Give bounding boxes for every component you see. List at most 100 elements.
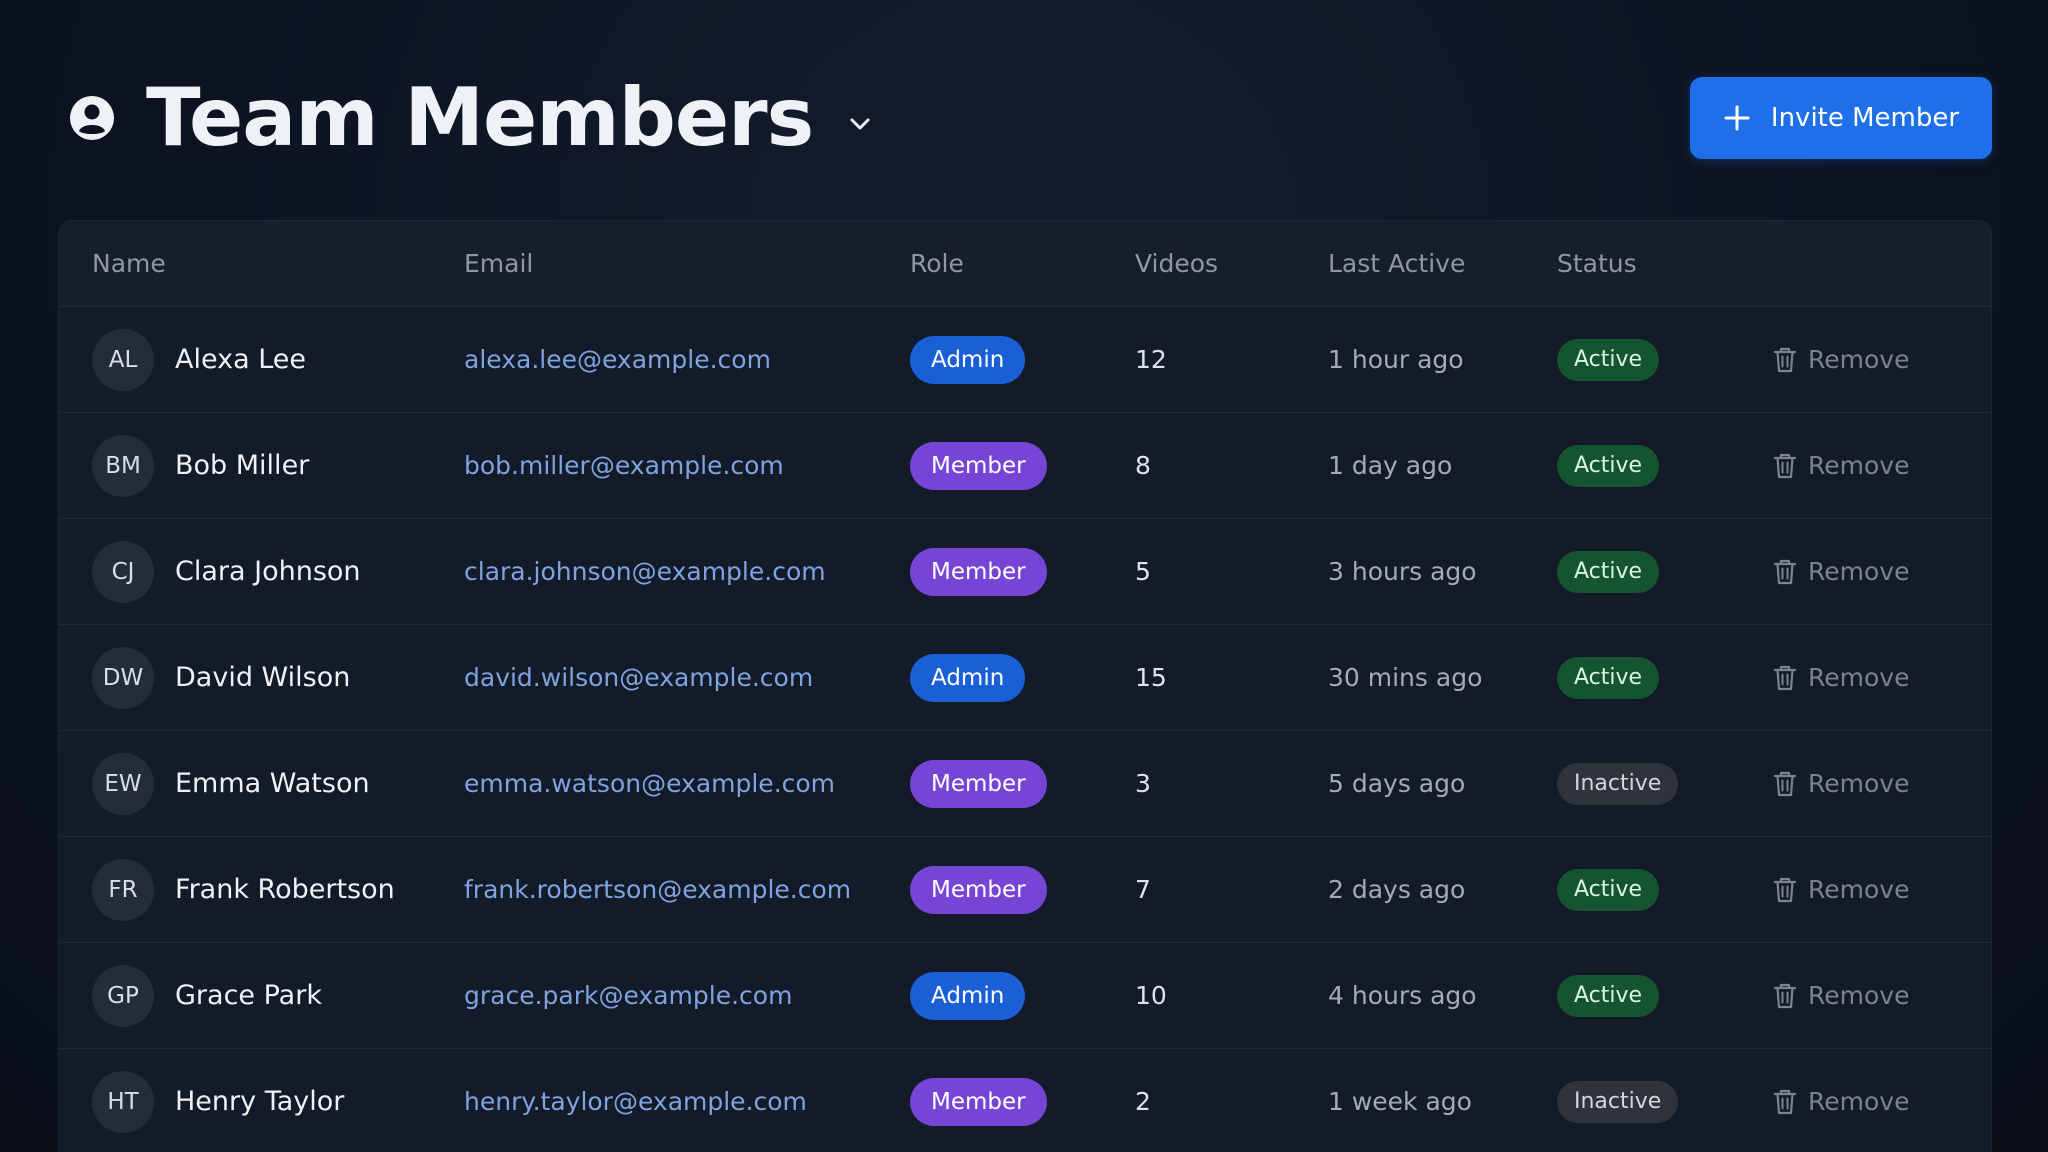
remove-button[interactable]: Remove <box>1772 663 1909 692</box>
remove-button[interactable]: Remove <box>1772 1087 1909 1116</box>
avatar-initials: CJ <box>111 558 135 585</box>
status-badge: Active <box>1557 338 1660 381</box>
status-badge: Active <box>1557 974 1660 1017</box>
trash-icon <box>1772 876 1798 904</box>
remove-label: Remove <box>1808 451 1910 480</box>
remove-button[interactable]: Remove <box>1772 875 1909 904</box>
last-active: 5 days ago <box>1328 769 1466 798</box>
avatar-initials: BM <box>105 452 141 479</box>
member-name: Alexa Lee <box>175 344 307 375</box>
remove-button[interactable]: Remove <box>1772 451 1909 480</box>
trash-icon <box>1772 770 1798 798</box>
email-cell: bob.miller@example.com <box>464 451 910 480</box>
invite-member-button[interactable]: Invite Member <box>1690 77 1992 159</box>
member-name: Frank Robertson <box>175 874 395 905</box>
column-header-email[interactable]: Email <box>464 249 910 278</box>
role-badge[interactable]: Admin <box>910 971 1026 1020</box>
page-header: Team Members Invite Member <box>60 76 1992 160</box>
chevron-down-icon[interactable] <box>845 109 875 139</box>
status-badge: Inactive <box>1557 762 1679 805</box>
trash-icon <box>1772 664 1798 692</box>
member-email-link[interactable]: bob.miller@example.com <box>464 451 784 480</box>
status-cell: Active <box>1557 338 1772 381</box>
member-email-link[interactable]: henry.taylor@example.com <box>464 1087 807 1116</box>
avatar-initials: FR <box>108 876 138 903</box>
avatar: BM <box>92 434 154 497</box>
remove-label: Remove <box>1808 769 1910 798</box>
table-row: AL Alexa Lee alexa.lee@example.com Admin… <box>59 307 1991 413</box>
member-name: Henry Taylor <box>175 1086 345 1117</box>
last-active-cell: 30 mins ago <box>1328 663 1557 692</box>
page-title: Team Members <box>146 71 814 164</box>
member-email-link[interactable]: clara.johnson@example.com <box>464 557 826 586</box>
column-header-last-active[interactable]: Last Active <box>1328 249 1557 278</box>
last-active: 1 hour ago <box>1328 345 1464 374</box>
email-cell: grace.park@example.com <box>464 981 910 1010</box>
status-badge: Inactive <box>1557 1080 1679 1123</box>
column-header-videos[interactable]: Videos <box>1135 249 1328 278</box>
role-cell: Member <box>910 1077 1135 1126</box>
member-name: Clara Johnson <box>175 556 361 587</box>
column-header-status[interactable]: Status <box>1557 249 1772 278</box>
status-badge: Active <box>1557 550 1660 593</box>
table-header: Name Email Role Videos Last Active Statu… <box>59 221 1991 307</box>
plus-icon <box>1723 104 1751 132</box>
status-cell: Active <box>1557 974 1772 1017</box>
name-cell: BM Bob Miller <box>59 434 464 497</box>
last-active: 3 hours ago <box>1328 557 1477 586</box>
member-name: Emma Watson <box>175 768 370 799</box>
role-badge[interactable]: Member <box>910 441 1047 490</box>
status-cell: Active <box>1557 656 1772 699</box>
member-name: Grace Park <box>175 980 322 1011</box>
name-cell: GP Grace Park <box>59 964 464 1027</box>
member-email-link[interactable]: alexa.lee@example.com <box>464 345 771 374</box>
status-badge: Active <box>1557 656 1660 699</box>
name-cell: AL Alexa Lee <box>59 328 464 391</box>
role-badge[interactable]: Member <box>910 547 1047 596</box>
trash-icon <box>1772 346 1798 374</box>
avatar-initials: GP <box>107 982 139 1009</box>
member-email-link[interactable]: emma.watson@example.com <box>464 769 835 798</box>
email-cell: frank.robertson@example.com <box>464 875 910 904</box>
column-header-role[interactable]: Role <box>910 249 1135 278</box>
column-header-name[interactable]: Name <box>59 249 464 278</box>
avatar: GP <box>92 964 154 1027</box>
role-badge[interactable]: Admin <box>910 335 1026 384</box>
name-cell: EW Emma Watson <box>59 752 464 815</box>
status-cell: Inactive <box>1557 762 1772 805</box>
name-cell: HT Henry Taylor <box>59 1070 464 1133</box>
table-row: DW David Wilson david.wilson@example.com… <box>59 625 1991 731</box>
member-email-link[interactable]: david.wilson@example.com <box>464 663 813 692</box>
video-count: 7 <box>1135 875 1151 904</box>
remove-button[interactable]: Remove <box>1772 769 1909 798</box>
email-cell: david.wilson@example.com <box>464 663 910 692</box>
videos-cell: 5 <box>1135 557 1328 586</box>
role-badge[interactable]: Admin <box>910 653 1026 702</box>
role-badge[interactable]: Member <box>910 759 1047 808</box>
trash-icon <box>1772 982 1798 1010</box>
avatar-initials: EW <box>104 770 142 797</box>
action-cell: Remove <box>1772 557 1991 586</box>
videos-cell: 7 <box>1135 875 1328 904</box>
team-members-page: Team Members Invite Member Name Email Ro… <box>0 0 2048 1152</box>
role-cell: Admin <box>910 653 1135 702</box>
status-cell: Active <box>1557 868 1772 911</box>
role-badge[interactable]: Member <box>910 1077 1047 1126</box>
remove-button[interactable]: Remove <box>1772 557 1909 586</box>
role-badge[interactable]: Member <box>910 865 1047 914</box>
video-count: 12 <box>1135 345 1167 374</box>
last-active-cell: 4 hours ago <box>1328 981 1557 1010</box>
action-cell: Remove <box>1772 451 1991 480</box>
member-email-link[interactable]: grace.park@example.com <box>464 981 792 1010</box>
action-cell: Remove <box>1772 981 1991 1010</box>
email-cell: clara.johnson@example.com <box>464 557 910 586</box>
videos-cell: 8 <box>1135 451 1328 480</box>
last-active-cell: 1 hour ago <box>1328 345 1557 374</box>
videos-cell: 2 <box>1135 1087 1328 1116</box>
status-badge: Active <box>1557 444 1660 487</box>
member-email-link[interactable]: frank.robertson@example.com <box>464 875 851 904</box>
name-cell: DW David Wilson <box>59 646 464 709</box>
remove-button[interactable]: Remove <box>1772 981 1909 1010</box>
remove-button[interactable]: Remove <box>1772 345 1909 374</box>
status-cell: Active <box>1557 550 1772 593</box>
